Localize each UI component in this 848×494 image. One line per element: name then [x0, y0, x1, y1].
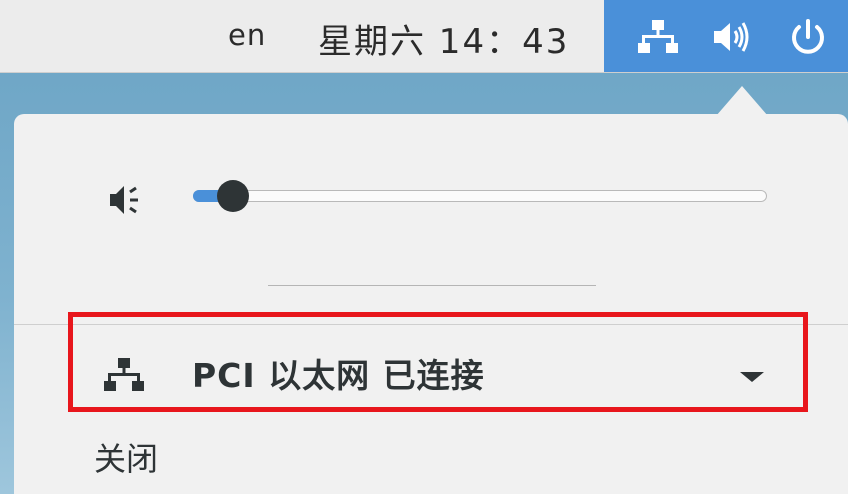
desktop: en 星期六 14：43 PCI 以太网 已连接 关闭 — [0, 0, 848, 494]
section-divider — [14, 324, 848, 325]
system-status-area[interactable] — [604, 0, 848, 72]
network-wired-icon — [638, 18, 678, 56]
volume-slider-handle[interactable] — [217, 180, 249, 212]
menu-separator — [268, 285, 596, 286]
volume-icon — [712, 18, 752, 56]
triangle-down-icon[interactable] — [740, 372, 764, 382]
keyboard-layout-indicator[interactable]: en — [228, 18, 266, 52]
wired-network-status-label: PCI 以太网 已连接 — [192, 356, 485, 395]
volume-low-icon[interactable] — [106, 180, 146, 220]
clock[interactable]: 星期六 14：43 — [318, 14, 569, 63]
network-wired-icon — [104, 356, 144, 394]
power-icon — [788, 18, 828, 56]
popover-pointer — [716, 86, 768, 116]
top-bar: en 星期六 14：43 — [0, 0, 848, 73]
volume-slider[interactable] — [193, 190, 767, 202]
turn-off-menu-item[interactable]: 关闭 — [94, 434, 158, 480]
